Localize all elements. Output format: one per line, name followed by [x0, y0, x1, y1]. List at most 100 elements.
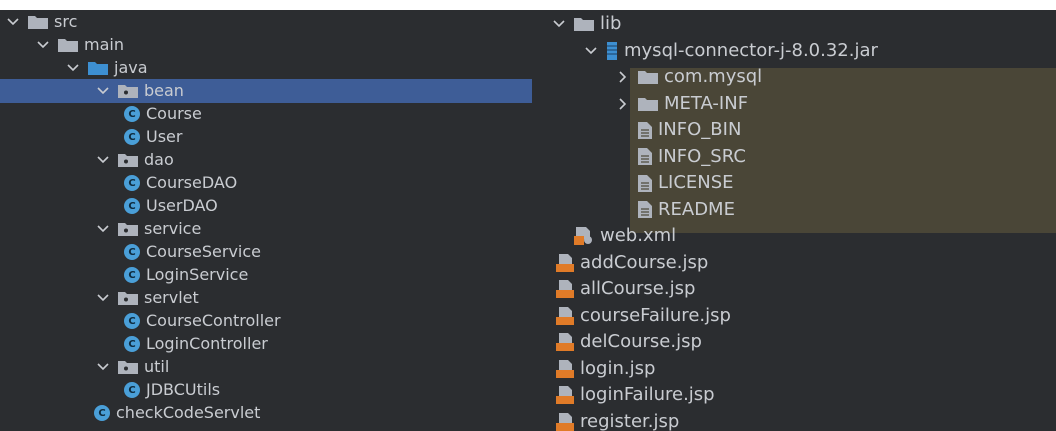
tree-item-info-src[interactable]: INFO_SRC	[532, 145, 1056, 169]
tree-item-info-bin[interactable]: INFO_BIN	[532, 118, 1056, 142]
tree-item-login-jsp[interactable]: login.jsp	[532, 357, 1056, 381]
chevron-down-icon[interactable]	[34, 36, 52, 54]
class-icon: C	[124, 382, 140, 398]
jsp-file-icon	[556, 386, 574, 404]
tree-item-label: CourseDAO	[146, 173, 238, 192]
jar-icon	[606, 41, 618, 60]
jsp-file-icon	[556, 253, 574, 272]
tree-item-label: CourseController	[146, 311, 281, 330]
tree-item-checkcodeservlet[interactable]: CcheckCodeServlet	[0, 401, 532, 425]
tree-item-label: delCourse.jsp	[580, 331, 702, 352]
package-icon	[118, 360, 138, 374]
tree-item-readme[interactable]: README	[532, 198, 1056, 222]
tree-item-label: JDBCUtils	[146, 380, 221, 399]
project-tree-right[interactable]: lib mysql-connector-j-8.0.32.jar com.mysql…	[532, 10, 1056, 431]
tree-item-label: mysql-connector-j-8.0.32.jar	[624, 39, 878, 61]
chevron-right-icon[interactable]	[614, 95, 632, 113]
text-file-icon	[638, 148, 652, 165]
folder-icon	[58, 38, 78, 52]
tree-item-coursecontroller[interactable]: C CourseController	[0, 309, 532, 333]
folder-icon	[638, 97, 658, 111]
tree-item-course[interactable]: C Course	[0, 102, 532, 126]
chevron-down-icon[interactable]	[94, 220, 112, 238]
project-tree-left[interactable]: src main java bean C Course C User dao C CourseDAO…	[0, 10, 532, 431]
tree-item-jdbcutils[interactable]: C JDBCUtils	[0, 378, 532, 402]
jsp-file-icon	[556, 306, 574, 325]
jsp-file-icon	[556, 280, 574, 298]
chevron-down-icon[interactable]	[64, 59, 82, 77]
chevron-down-icon[interactable]	[94, 82, 112, 100]
tree-item-userdao[interactable]: C UserDAO	[0, 194, 532, 218]
tree-item-label: util	[144, 357, 170, 376]
tree-item-register-jsp[interactable]: register.jsp	[532, 410, 1056, 431]
tree-item-label: UserDAO	[146, 196, 218, 215]
tree-item-coursedao[interactable]: C CourseDAO	[0, 171, 532, 195]
chevron-down-icon[interactable]	[94, 151, 112, 169]
tree-item-loginservice[interactable]: C LoginService	[0, 263, 532, 287]
chevron-down-icon[interactable]	[4, 13, 22, 31]
jsp-file-icon	[556, 359, 574, 378]
tree-item-src[interactable]: src	[0, 10, 532, 34]
jsp-file-icon	[556, 333, 574, 351]
text-file-icon	[638, 201, 652, 218]
chevron-down-icon[interactable]	[94, 358, 112, 376]
tree-item-label: web.xml	[600, 225, 677, 246]
tree-item-label: CourseService	[146, 242, 261, 261]
tree-item-label: java	[114, 58, 148, 77]
tree-item-dao[interactable]: dao	[0, 148, 532, 172]
tree-item-label: allCourse.jsp	[580, 278, 696, 299]
class-icon: C	[124, 313, 140, 329]
tree-item-label: README	[658, 198, 735, 220]
tree-item-label: courseFailure.jsp	[580, 304, 731, 326]
chevron-down-icon[interactable]	[582, 42, 600, 60]
tree-item-coursefailure-jsp[interactable]: courseFailure.jsp	[532, 304, 1056, 328]
tree-item-loginfailure-jsp[interactable]: loginFailure.jsp	[532, 383, 1056, 407]
package-icon	[118, 222, 138, 236]
tree-item-label: bean	[144, 81, 184, 100]
source-folder-icon	[88, 61, 108, 75]
tree-item-label: INFO_SRC	[658, 145, 746, 167]
class-icon: C	[124, 267, 140, 283]
chevron-down-icon[interactable]	[550, 15, 568, 33]
tree-item-com-mysql[interactable]: com.mysql	[532, 65, 1056, 89]
tree-item-label: loginFailure.jsp	[580, 384, 715, 405]
tree-item-label: lib	[600, 13, 622, 34]
tree-item-mysql-connector-j-8-0-32-jar[interactable]: mysql-connector-j-8.0.32.jar	[532, 39, 1056, 63]
tree-item-service[interactable]: service	[0, 217, 532, 241]
tree-item-label: servlet	[144, 288, 199, 307]
tree-item-label: service	[144, 219, 202, 238]
class-icon: C	[124, 244, 140, 260]
tree-item-lib[interactable]: lib	[532, 12, 1056, 36]
tree-item-label: src	[54, 12, 78, 31]
tree-item-allcourse-jsp[interactable]: allCourse.jsp	[532, 277, 1056, 301]
tree-item-user[interactable]: C User	[0, 125, 532, 149]
tree-item-label: dao	[144, 150, 174, 169]
folder-icon	[638, 70, 658, 84]
tree-item-logincontroller[interactable]: C LoginController	[0, 332, 532, 356]
tree-item-label: checkCodeServlet	[116, 403, 261, 422]
tree-item-addcourse-jsp[interactable]: addCourse.jsp	[532, 251, 1056, 275]
chevron-down-icon[interactable]	[94, 289, 112, 307]
tree-item-web-xml[interactable]: web.xml	[532, 224, 1056, 248]
jsp-file-icon	[556, 412, 574, 431]
package-icon	[118, 153, 138, 167]
folder-icon	[28, 15, 48, 29]
tree-item-meta-inf[interactable]: META-INF	[532, 92, 1056, 116]
tree-item-bean[interactable]: bean	[0, 79, 532, 103]
tree-item-servlet[interactable]: servlet	[0, 286, 532, 310]
folder-icon	[574, 17, 594, 31]
tree-item-label: main	[84, 35, 124, 54]
tree-item-label: User	[146, 127, 183, 146]
tree-item-license[interactable]: LICENSE	[532, 171, 1056, 195]
tree-item-util[interactable]: util	[0, 355, 532, 379]
tree-item-main[interactable]: main	[0, 33, 532, 57]
tree-item-java[interactable]: java	[0, 56, 532, 80]
tree-item-delcourse-jsp[interactable]: delCourse.jsp	[532, 330, 1056, 354]
class-icon: C	[124, 106, 140, 122]
tree-item-label: INFO_BIN	[658, 119, 742, 140]
text-file-icon	[638, 174, 652, 192]
chevron-right-icon[interactable]	[614, 68, 632, 86]
class-icon: C	[124, 336, 140, 352]
class-icon: C	[94, 405, 110, 421]
tree-item-courseservice[interactable]: C CourseService	[0, 240, 532, 264]
